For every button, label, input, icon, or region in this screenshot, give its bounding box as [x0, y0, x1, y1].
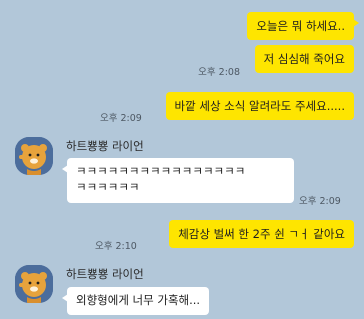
message-text: 외향형에게 너무 가혹해...: [76, 293, 201, 307]
incoming-message-bubble[interactable]: 외향형에게 너무 가혹해...: [61, 287, 210, 315]
message-text: 체감상 벌써 한 2주 쉰 ㄱㅓ 같아요: [178, 227, 345, 241]
my-message-bubble[interactable]: 오늘은 뭐 하세요..: [247, 12, 359, 40]
message-text: 저 심심해 죽어요: [263, 52, 345, 66]
sender-name: 하트뿅뿅 라이언: [66, 139, 144, 153]
my-message-bubble[interactable]: 저 심심해 죽어요: [254, 45, 354, 73]
lion-character-icon: [15, 265, 53, 303]
message-time: 오후 2:10: [95, 241, 137, 252]
profile-avatar[interactable]: [15, 137, 53, 175]
message-text-line: ㅋㅋㅋㅋㅋㅋ: [76, 180, 140, 194]
message-text: 바깥 세상 소식 알려라도 주세요.....: [174, 99, 345, 113]
message-text: 오늘은 뭐 하세요..: [256, 19, 345, 33]
message-text-line: ㅋㅋㅋㅋㅋㅋㅋㅋㅋㅋㅋㅋㅋㅋㅋㅋ: [76, 164, 246, 178]
incoming-message-bubble[interactable]: ㅋㅋㅋㅋㅋㅋㅋㅋㅋㅋㅋㅋㅋㅋㅋㅋ ㅋㅋㅋㅋㅋㅋ: [62, 158, 294, 203]
my-message-bubble[interactable]: 바깥 세상 소식 알려라도 주세요.....: [165, 92, 354, 120]
message-time: 오후 2:09: [100, 113, 142, 124]
sender-name: 하트뿅뿅 라이언: [66, 267, 144, 281]
profile-avatar[interactable]: [15, 265, 53, 303]
message-time: 오후 2:09: [299, 196, 341, 207]
my-message-bubble[interactable]: 체감상 벌써 한 2주 쉰 ㄱㅓ 같아요: [169, 220, 354, 248]
message-time: 오후 2:08: [198, 67, 240, 78]
lion-character-icon: [15, 137, 53, 175]
